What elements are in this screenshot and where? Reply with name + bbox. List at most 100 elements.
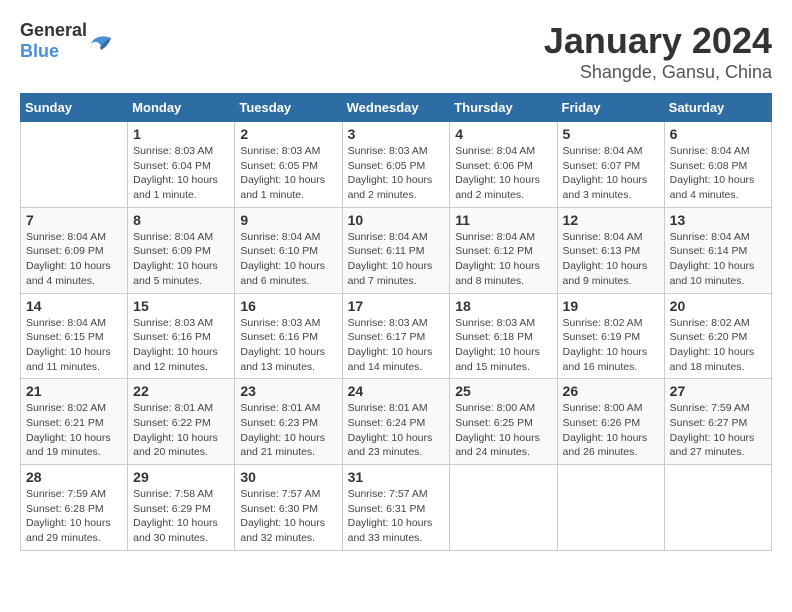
day-number: 27 (670, 383, 766, 399)
day-number: 30 (240, 469, 336, 485)
day-number: 10 (348, 212, 445, 228)
day-number: 11 (455, 212, 551, 228)
day-number: 7 (26, 212, 122, 228)
calendar-body: 1 Sunrise: 8:03 AM Sunset: 6:04 PM Daylig… (21, 122, 772, 551)
day-info: Sunrise: 7:57 AM Sunset: 6:30 PM Dayligh… (240, 487, 336, 546)
day-number: 12 (563, 212, 659, 228)
day-info: Sunrise: 8:01 AM Sunset: 6:23 PM Dayligh… (240, 401, 336, 460)
calendar-cell: 6 Sunrise: 8:04 AM Sunset: 6:08 PM Daylig… (664, 122, 771, 208)
day-number: 26 (563, 383, 659, 399)
calendar-cell: 21 Sunrise: 8:02 AM Sunset: 6:21 PM Dayli… (21, 379, 128, 465)
calendar-week-row: 14Sunrise: 8:04 AM Sunset: 6:15 PM Dayli… (21, 293, 772, 379)
calendar-cell: 1 Sunrise: 8:03 AM Sunset: 6:04 PM Daylig… (128, 122, 235, 208)
day-info: Sunrise: 8:04 AM Sunset: 6:08 PM Dayligh… (670, 144, 766, 203)
day-number: 15 (133, 298, 229, 314)
day-info: Sunrise: 7:59 AM Sunset: 6:28 PM Dayligh… (26, 487, 122, 546)
day-info: Sunrise: 8:03 AM Sunset: 6:05 PM Dayligh… (240, 144, 336, 203)
page-header: General Blue January 2024 Shangde, Gansu… (20, 20, 772, 83)
weekday-header: Saturday (664, 94, 771, 122)
calendar-cell: 11Sunrise: 8:04 AM Sunset: 6:12 PM Dayli… (450, 207, 557, 293)
calendar-cell: 24 Sunrise: 8:01 AM Sunset: 6:24 PM Dayli… (342, 379, 450, 465)
day-number: 22 (133, 383, 229, 399)
calendar-cell: 8 Sunrise: 8:04 AM Sunset: 6:09 PM Daylig… (128, 207, 235, 293)
logo-bird-icon (87, 30, 115, 52)
day-number: 13 (670, 212, 766, 228)
calendar-cell (21, 122, 128, 208)
calendar-week-row: 7 Sunrise: 8:04 AM Sunset: 6:09 PM Daylig… (21, 207, 772, 293)
calendar-cell: 16Sunrise: 8:03 AM Sunset: 6:16 PM Dayli… (235, 293, 342, 379)
header-row: SundayMondayTuesdayWednesdayThursdayFrid… (21, 94, 772, 122)
calendar-cell: 5Sunrise: 8:04 AM Sunset: 6:07 PM Daylig… (557, 122, 664, 208)
day-info: Sunrise: 7:59 AM Sunset: 6:27 PM Dayligh… (670, 401, 766, 460)
day-number: 6 (670, 126, 766, 142)
day-info: Sunrise: 7:57 AM Sunset: 6:31 PM Dayligh… (348, 487, 445, 546)
day-info: Sunrise: 8:01 AM Sunset: 6:24 PM Dayligh… (348, 401, 445, 460)
day-number: 19 (563, 298, 659, 314)
calendar-week-row: 1 Sunrise: 8:03 AM Sunset: 6:04 PM Daylig… (21, 122, 772, 208)
day-info: Sunrise: 8:04 AM Sunset: 6:11 PM Dayligh… (348, 230, 445, 289)
calendar-cell: 14Sunrise: 8:04 AM Sunset: 6:15 PM Dayli… (21, 293, 128, 379)
calendar-cell: 9 Sunrise: 8:04 AM Sunset: 6:10 PM Daylig… (235, 207, 342, 293)
weekday-header: Tuesday (235, 94, 342, 122)
day-number: 18 (455, 298, 551, 314)
calendar-cell: 27 Sunrise: 7:59 AM Sunset: 6:27 PM Dayli… (664, 379, 771, 465)
calendar-cell: 3Sunrise: 8:03 AM Sunset: 6:05 PM Daylig… (342, 122, 450, 208)
day-info: Sunrise: 8:03 AM Sunset: 6:17 PM Dayligh… (348, 316, 445, 375)
calendar-header: SundayMondayTuesdayWednesdayThursdayFrid… (21, 94, 772, 122)
day-number: 28 (26, 469, 122, 485)
day-info: Sunrise: 7:58 AM Sunset: 6:29 PM Dayligh… (133, 487, 229, 546)
calendar-cell: 13Sunrise: 8:04 AM Sunset: 6:14 PM Dayli… (664, 207, 771, 293)
calendar-week-row: 28 Sunrise: 7:59 AM Sunset: 6:28 PM Dayli… (21, 465, 772, 551)
calendar-cell: 15Sunrise: 8:03 AM Sunset: 6:16 PM Dayli… (128, 293, 235, 379)
day-number: 20 (670, 298, 766, 314)
day-info: Sunrise: 8:04 AM Sunset: 6:15 PM Dayligh… (26, 316, 122, 375)
day-info: Sunrise: 8:03 AM Sunset: 6:18 PM Dayligh… (455, 316, 551, 375)
logo: General Blue (20, 20, 115, 62)
day-number: 25 (455, 383, 551, 399)
calendar-cell: 25Sunrise: 8:00 AM Sunset: 6:25 PM Dayli… (450, 379, 557, 465)
calendar-cell: 4 Sunrise: 8:04 AM Sunset: 6:06 PM Daylig… (450, 122, 557, 208)
day-number: 21 (26, 383, 122, 399)
page-title: January 2024 (544, 20, 772, 62)
logo-general: General (20, 20, 87, 40)
day-number: 29 (133, 469, 229, 485)
day-info: Sunrise: 8:02 AM Sunset: 6:21 PM Dayligh… (26, 401, 122, 460)
day-number: 17 (348, 298, 445, 314)
day-info: Sunrise: 8:04 AM Sunset: 6:07 PM Dayligh… (563, 144, 659, 203)
calendar-cell: 28 Sunrise: 7:59 AM Sunset: 6:28 PM Dayli… (21, 465, 128, 551)
calendar-cell: 19Sunrise: 8:02 AM Sunset: 6:19 PM Dayli… (557, 293, 664, 379)
day-number: 23 (240, 383, 336, 399)
day-number: 8 (133, 212, 229, 228)
weekday-header: Thursday (450, 94, 557, 122)
calendar-cell: 23 Sunrise: 8:01 AM Sunset: 6:23 PM Dayli… (235, 379, 342, 465)
calendar-cell (450, 465, 557, 551)
day-number: 31 (348, 469, 445, 485)
day-info: Sunrise: 8:04 AM Sunset: 6:10 PM Dayligh… (240, 230, 336, 289)
day-info: Sunrise: 8:04 AM Sunset: 6:09 PM Dayligh… (26, 230, 122, 289)
day-number: 24 (348, 383, 445, 399)
calendar-cell (557, 465, 664, 551)
day-number: 1 (133, 126, 229, 142)
day-info: Sunrise: 8:02 AM Sunset: 6:20 PM Dayligh… (670, 316, 766, 375)
logo-text: General Blue (20, 20, 87, 62)
day-info: Sunrise: 8:04 AM Sunset: 6:09 PM Dayligh… (133, 230, 229, 289)
day-number: 9 (240, 212, 336, 228)
day-info: Sunrise: 8:00 AM Sunset: 6:26 PM Dayligh… (563, 401, 659, 460)
day-info: Sunrise: 8:03 AM Sunset: 6:05 PM Dayligh… (348, 144, 445, 203)
calendar-cell: 22Sunrise: 8:01 AM Sunset: 6:22 PM Dayli… (128, 379, 235, 465)
calendar-table: SundayMondayTuesdayWednesdayThursdayFrid… (20, 93, 772, 551)
calendar-cell: 10 Sunrise: 8:04 AM Sunset: 6:11 PM Dayli… (342, 207, 450, 293)
calendar-cell: 7 Sunrise: 8:04 AM Sunset: 6:09 PM Daylig… (21, 207, 128, 293)
calendar-week-row: 21 Sunrise: 8:02 AM Sunset: 6:21 PM Dayli… (21, 379, 772, 465)
title-area: January 2024 Shangde, Gansu, China (544, 20, 772, 83)
day-info: Sunrise: 8:04 AM Sunset: 6:13 PM Dayligh… (563, 230, 659, 289)
calendar-cell (664, 465, 771, 551)
calendar-cell: 20 Sunrise: 8:02 AM Sunset: 6:20 PM Dayli… (664, 293, 771, 379)
page-subtitle: Shangde, Gansu, China (544, 62, 772, 83)
day-number: 4 (455, 126, 551, 142)
calendar-cell: 30 Sunrise: 7:57 AM Sunset: 6:30 PM Dayli… (235, 465, 342, 551)
logo-blue: Blue (20, 41, 59, 61)
day-info: Sunrise: 8:03 AM Sunset: 6:04 PM Dayligh… (133, 144, 229, 203)
day-info: Sunrise: 8:04 AM Sunset: 6:06 PM Dayligh… (455, 144, 551, 203)
calendar-cell: 31 Sunrise: 7:57 AM Sunset: 6:31 PM Dayli… (342, 465, 450, 551)
